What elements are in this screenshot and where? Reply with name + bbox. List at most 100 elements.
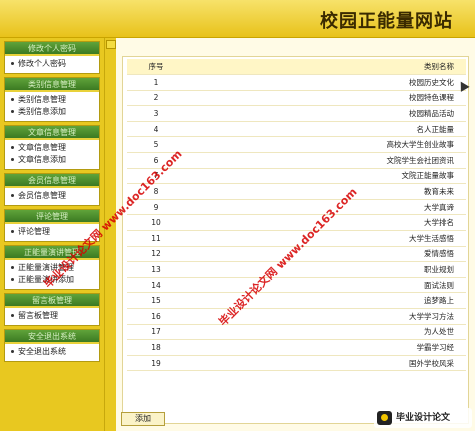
table-row: 2 校园特色课程 xyxy=(127,90,466,107)
table-row: 13 职业规划 xyxy=(127,261,466,278)
add-button[interactable]: 添加 xyxy=(121,412,165,426)
watermark-logo: 毕业设计论文 xyxy=(374,408,472,428)
menu-item-article-add[interactable]: 文章信息添加 xyxy=(5,154,99,166)
menu-item-article-manage[interactable]: 文章信息管理 xyxy=(5,142,99,154)
table-row: 16 大学学习方法 xyxy=(127,308,466,325)
bullet-icon xyxy=(11,278,14,281)
menu-item-member-manage[interactable]: 会员信息管理 xyxy=(5,190,99,202)
menu-item-label: 正能量演讲添加 xyxy=(18,275,74,284)
bullet-icon xyxy=(11,146,14,149)
column-header-no: 序号 xyxy=(127,59,185,76)
row-number: 4 xyxy=(127,121,185,138)
category-list-panel: 序号 类别名称 1 校园历史文化 2 校园特色课程 3 校园精品活动 4 名人正能量 5 高校大学… xyxy=(122,56,469,424)
menu-item-label: 文章信息管理 xyxy=(18,143,66,152)
table-row: 9 大学真谛 xyxy=(127,199,466,216)
main-content: 序号 类别名称 1 校园历史文化 2 校园特色课程 3 校园精品活动 4 名人正能量 5 高校大学… xyxy=(116,38,475,431)
category-name: 职业规划 xyxy=(185,261,466,278)
menu-group-title: 留言板管理 xyxy=(5,294,99,308)
menu-group-title: 会员信息管理 xyxy=(5,174,99,188)
menu-item-category-add[interactable]: 类别信息添加 xyxy=(5,106,99,118)
category-name: 面试法则 xyxy=(185,277,466,294)
row-number: 5 xyxy=(127,136,185,154)
menu-item-label: 类别信息添加 xyxy=(18,107,66,116)
table-row: 11 大学生活感悟 xyxy=(127,230,466,247)
table-row: 6 文院学生会社团资讯 xyxy=(127,152,466,169)
row-number: 12 xyxy=(127,246,185,263)
menu-item-guestbook-manage[interactable]: 留言板管理 xyxy=(5,310,99,322)
category-name: 爱情感悟 xyxy=(185,246,466,263)
row-number: 19 xyxy=(127,355,185,372)
row-number: 2 xyxy=(127,90,185,107)
category-name: 大学生活感悟 xyxy=(185,230,466,247)
category-name: 校园历史文化 xyxy=(185,74,466,91)
menu-item-label: 评论管理 xyxy=(18,227,50,236)
row-number: 14 xyxy=(127,277,185,294)
menu-group-title: 评论管理 xyxy=(5,210,99,224)
category-table: 序号 类别名称 1 校园历史文化 2 校园特色课程 3 校园精品活动 4 名人正能量 5 高校大学… xyxy=(127,59,466,372)
menu-group-speech: 正能量演讲管理 正能量演讲管理 正能量演讲添加 xyxy=(4,245,100,290)
category-name: 为人处世 xyxy=(185,324,466,341)
row-number: 17 xyxy=(127,324,185,341)
category-name: 大学学习方法 xyxy=(185,308,466,325)
menu-item-speech-add[interactable]: 正能量演讲添加 xyxy=(5,274,99,286)
category-name: 大学排名 xyxy=(185,214,466,232)
table-row: 14 面试法则 xyxy=(127,277,466,294)
bullet-icon xyxy=(11,230,14,233)
column-header-name: 类别名称 xyxy=(185,59,466,76)
category-name: 教育未来 xyxy=(185,183,466,200)
sidebar: 修改个人密码 修改个人密码 类别信息管理 类别信息管理 类别信息添加 文章信息管… xyxy=(0,38,104,431)
menu-group-title: 修改个人密码 xyxy=(5,42,99,56)
category-name: 文院学生会社团资讯 xyxy=(185,152,466,169)
category-name: 大学真谛 xyxy=(185,199,466,216)
bullet-icon xyxy=(11,194,14,197)
table-row: 4 名人正能量 xyxy=(127,121,466,138)
row-number: 9 xyxy=(127,199,185,216)
menu-item-logout[interactable]: 安全退出系统 xyxy=(5,346,99,358)
menu-group-guestbook: 留言板管理 留言板管理 xyxy=(4,293,100,326)
menu-item-comment-manage[interactable]: 评论管理 xyxy=(5,226,99,238)
menu-item-label: 修改个人密码 xyxy=(18,59,66,68)
table-header-row: 序号 类别名称 xyxy=(127,59,466,76)
table-row: 15 追梦路上 xyxy=(127,292,466,309)
menu-item-label: 正能量演讲管理 xyxy=(18,263,74,272)
row-number: 15 xyxy=(127,292,185,309)
logo-text: 毕业设计论文 xyxy=(396,413,451,423)
sidebar-splitter[interactable] xyxy=(104,38,116,431)
menu-item-category-manage[interactable]: 类别信息管理 xyxy=(5,94,99,106)
menu-item-speech-manage[interactable]: 正能量演讲管理 xyxy=(5,262,99,274)
menu-group-password: 修改个人密码 修改个人密码 xyxy=(4,41,100,74)
menu-group-comment: 评论管理 评论管理 xyxy=(4,209,100,242)
row-number: 1 xyxy=(127,74,185,91)
logo-icon xyxy=(377,411,392,425)
bullet-icon xyxy=(11,266,14,269)
row-number: 10 xyxy=(127,214,185,232)
menu-group-member: 会员信息管理 会员信息管理 xyxy=(4,173,100,206)
bullet-icon xyxy=(11,98,14,101)
bullet-icon xyxy=(11,314,14,317)
menu-item-label: 类别信息管理 xyxy=(18,95,66,104)
menu-group-title: 安全退出系统 xyxy=(5,330,99,344)
bullet-icon xyxy=(11,350,14,353)
site-title: 校园正能量网站 xyxy=(320,11,453,32)
menu-item-label: 会员信息管理 xyxy=(18,191,66,200)
row-number: 6 xyxy=(127,152,185,169)
table-row: 19 国外学校风采 xyxy=(127,355,466,372)
category-name: 追梦路上 xyxy=(185,292,466,309)
menu-item-change-password[interactable]: 修改个人密码 xyxy=(5,58,99,70)
menu-item-label: 留言板管理 xyxy=(18,311,58,320)
row-number: 7 xyxy=(127,168,185,185)
menu-group-title: 正能量演讲管理 xyxy=(5,246,99,260)
category-name: 校园精品活动 xyxy=(185,105,466,122)
collapse-toggle-icon[interactable] xyxy=(106,40,116,49)
table-row: 17 为人处世 xyxy=(127,324,466,341)
row-number: 18 xyxy=(127,339,185,356)
table-row: 18 学霸学习经 xyxy=(127,339,466,356)
row-number: 13 xyxy=(127,261,185,278)
category-name: 文院正能量故事 xyxy=(185,168,466,185)
bullet-icon xyxy=(11,110,14,113)
row-number: 3 xyxy=(127,105,185,122)
table-row: 3 校园精品活动 xyxy=(127,105,466,122)
row-number: 16 xyxy=(127,308,185,325)
table-row: 10 大学排名 xyxy=(127,214,466,232)
category-name: 高校大学生创业故事 xyxy=(185,136,466,154)
